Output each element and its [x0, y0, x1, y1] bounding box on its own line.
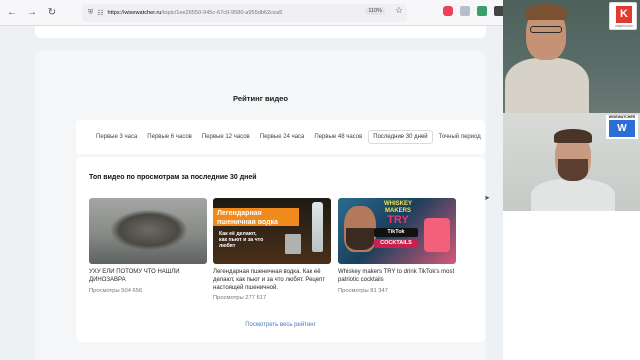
thumbnail-banner-sub: пшеничная водка: [217, 219, 278, 226]
pocket-icon[interactable]: [443, 6, 453, 16]
arrow-right-icon: →: [27, 7, 37, 18]
bottle-image: [312, 202, 323, 252]
tab-first-6-hours[interactable]: Первые 6 часов: [143, 131, 196, 143]
download-extension-icon[interactable]: [477, 6, 487, 16]
video-title[interactable]: Легендарная пшеничная водка. Как её дела…: [213, 269, 331, 292]
glass-image: [285, 234, 301, 254]
person-beard-image: [346, 228, 374, 250]
tab-first-48-hours[interactable]: Первые 48 часов: [310, 131, 366, 143]
video-views: Просмотры 277 617: [213, 295, 267, 302]
reload-icon: ↻: [47, 7, 57, 18]
video-thumbnail[interactable]: Легендарная пшеничная водка Как её делают…: [213, 198, 331, 264]
thumbnail-subtitle: Как её делают, как пьют и за что любят: [219, 231, 264, 249]
tab-exact-period[interactable]: Точный период: [435, 131, 485, 143]
glasses-icon: [530, 26, 562, 33]
video-title[interactable]: Whiskey makers TRY to drink TikTok's mos…: [338, 269, 456, 285]
video-card[interactable]: Легендарная пшеничная водка Как её делают…: [213, 198, 331, 301]
thumbnail-tiktok-text: TikTok: [374, 228, 418, 237]
dinosaur-skull-image: [111, 210, 187, 250]
zoom-badge[interactable]: 110%: [365, 7, 385, 15]
person-body: [505, 58, 589, 113]
person-beard: [558, 159, 588, 181]
mouse-cursor-icon: ➤: [484, 195, 490, 202]
channel-logo: K KEEPCALMI: [609, 2, 637, 30]
forward-button[interactable]: →: [24, 5, 40, 21]
thumbnail-try-text: TRY: [387, 214, 409, 226]
tab-first-12-hours[interactable]: Первые 12 часов: [198, 131, 254, 143]
wisewatcher-logo: WISEWATCHER W: [606, 115, 638, 139]
browser-toolbar: ← → ↻ ⛨ ☷ https://wisewatcher.ru/topic/1…: [0, 0, 504, 26]
video-rating-panel: Рейтинг видео Первые 3 часа Первые 6 час…: [35, 50, 486, 360]
thumbnail-banner: Легендарная пшеничная водка: [213, 208, 299, 226]
tab-first-24-hours[interactable]: Первые 24 часа: [256, 131, 309, 143]
shield-icon[interactable]: ⛨: [88, 9, 93, 17]
reload-button[interactable]: ↻: [44, 5, 60, 21]
panel-title: Рейтинг видео: [232, 94, 289, 103]
back-button[interactable]: ←: [4, 5, 20, 21]
tab-last-30-days[interactable]: Последние 30 дней: [368, 130, 433, 144]
person-hair: [554, 129, 592, 143]
period-tabs: Первые 3 часа Первые 6 часов Первые 12 ч…: [92, 130, 485, 144]
person-body: [531, 179, 615, 211]
previous-card: [35, 26, 486, 38]
wisewatcher-caption: WISEWATCHER: [608, 115, 636, 119]
cocktail-glass-image: [424, 218, 450, 252]
person-hair: [525, 4, 567, 20]
webcam-presenter-2: WISEWATCHER W: [503, 113, 640, 211]
video-card[interactable]: WHISKEY MAKERS TRY TikTok COCKTAILS Whis…: [338, 198, 456, 294]
video-list: УХУ ЕЛИ ПОТОМУ ЧТО НАШЛИ ДИНОЗАВРА Просм…: [89, 198, 485, 308]
thumbnail-cocktails-text: COCKTAILS: [374, 239, 418, 248]
star-icon[interactable]: ☆: [395, 5, 403, 16]
top-videos-heading: Топ видео по просмотрам за последние 30 …: [89, 174, 257, 181]
screen: ← → ↻ ⛨ ☷ https://wisewatcher.ru/topic/1…: [0, 0, 640, 360]
video-thumbnail[interactable]: [89, 198, 207, 264]
see-full-rating-link[interactable]: Посмотреть весь рейтинг: [76, 322, 485, 328]
url-path: /topic/1ee26550-945c-67c0-9580-a955db62c…: [161, 10, 283, 16]
extension-icons: [443, 6, 504, 16]
url-domain: https://wisewatcher.ru: [107, 10, 162, 16]
k-logo-caption: KEEPCALMI: [615, 24, 633, 28]
thumbnail-top-text: WHISKEY MAKERS: [383, 201, 412, 214]
video-views: Просмотры 504 656: [89, 287, 143, 294]
video-card[interactable]: УХУ ЕЛИ ПОТОМУ ЧТО НАШЛИ ДИНОЗАВРА Просм…: [89, 198, 207, 294]
lock-icon[interactable]: ☷: [97, 9, 103, 17]
blank-side-area: [503, 211, 640, 360]
k-logo-letter: K: [616, 6, 632, 23]
tab-first-3-hours[interactable]: Первые 3 часа: [92, 131, 141, 143]
address-bar[interactable]: ⛨ ☷ https://wisewatcher.ru/topic/1ee2655…: [82, 4, 407, 22]
page-content: Рейтинг видео Первые 3 часа Первые 6 час…: [0, 26, 503, 360]
top-videos-card: Топ видео по просмотрам за последние 30 …: [76, 157, 485, 342]
period-tabs-card: Первые 3 часа Первые 6 часов Первые 12 ч…: [76, 120, 485, 154]
arrow-left-icon: ←: [7, 7, 17, 18]
privacy-shield-icon[interactable]: [460, 6, 470, 16]
video-views: Просмотры 81 347: [338, 287, 388, 294]
wisewatcher-letter: W: [609, 120, 635, 137]
video-thumbnail[interactable]: WHISKEY MAKERS TRY TikTok COCKTAILS: [338, 198, 456, 264]
webcam-presenter-1: K KEEPCALMI: [503, 0, 640, 113]
video-title[interactable]: УХУ ЕЛИ ПОТОМУ ЧТО НАШЛИ ДИНОЗАВРА: [89, 269, 207, 285]
